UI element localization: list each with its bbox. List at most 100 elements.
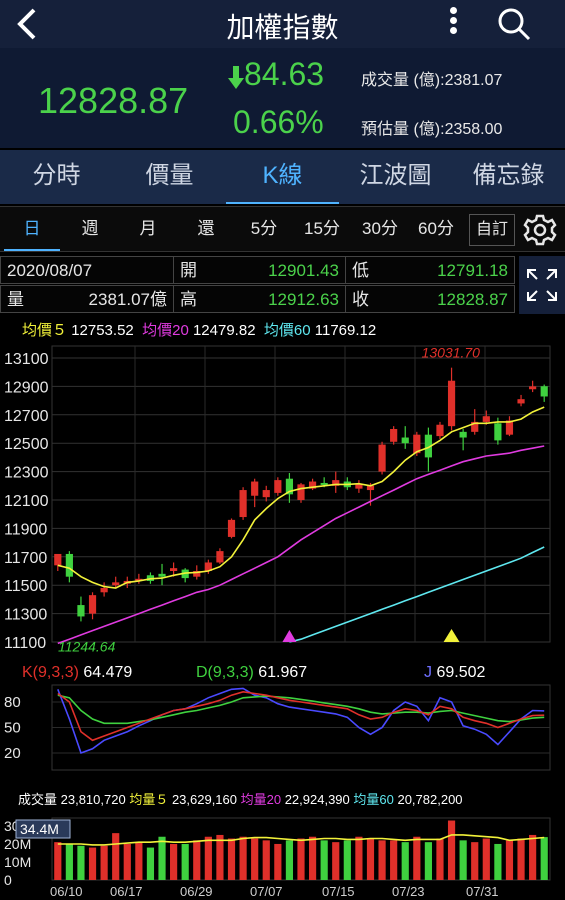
volume-legend: 成交量 23,810,720 均量５ 23,629,160 均量20 22,92… (18, 792, 463, 807)
x-axis-date-label: 07/07 (250, 884, 283, 899)
volume-bar (262, 840, 270, 880)
period-month[interactable]: 月 (120, 207, 176, 251)
volume-bar (436, 838, 444, 880)
period-day[interactable]: 日 (4, 207, 60, 251)
price-tick-label: 11500 (4, 578, 47, 595)
price-tick-label: 12500 (4, 436, 49, 453)
candle-body (227, 519, 236, 537)
volume-bar (355, 836, 363, 880)
volume-bar (181, 843, 189, 880)
period-restore[interactable]: 還 (178, 207, 234, 251)
volume-bar (158, 836, 166, 880)
down-arrow-icon (228, 66, 244, 95)
kline-chart[interactable]: 13100 12900 12700 12500 12300 12100 11900 11700… (0, 340, 565, 900)
candle-body (100, 588, 108, 593)
close-cell: 收 12828.87 (345, 285, 515, 313)
volume-bar (413, 836, 421, 880)
tab-intraday[interactable]: 分時 (0, 150, 113, 204)
volume-bar (378, 840, 386, 880)
volume-bar (77, 845, 85, 880)
volume-bar (297, 838, 305, 880)
open-cell: 開 12901.43 (173, 256, 346, 284)
candle-body (459, 431, 467, 438)
tab-memo[interactable]: 備忘錄 (452, 150, 565, 204)
kd-tick-label: 80 (4, 694, 21, 711)
index-price: 12828.87 (38, 80, 189, 121)
page-title: 加權指數 (226, 12, 339, 43)
volume-bar (424, 842, 432, 880)
tab-wave-chart[interactable]: 江波圖 (339, 150, 452, 204)
candle-body (216, 551, 224, 563)
period-15min[interactable]: 15分 (294, 207, 350, 251)
candle-body (297, 484, 305, 500)
price-tick-label: 12300 (4, 465, 49, 482)
candle-body (540, 386, 548, 397)
volume-row: 成交量 (億):2381.07 (361, 72, 503, 89)
candle-body (378, 444, 386, 472)
high-price-label: 13031.70 (422, 345, 481, 361)
candle-body (436, 424, 444, 437)
volume-bar (505, 840, 514, 880)
price-tick-label: 12700 (4, 408, 49, 425)
volume-bar (332, 842, 340, 880)
volume-tick-label: 10M (4, 854, 31, 870)
gear-icon[interactable] (520, 211, 560, 249)
ma-legend: 均價５ 12753.52 均價20 12479.82 均價60 11769.12 (22, 322, 377, 339)
tab-kline[interactable]: K線 (226, 150, 339, 204)
candle-body (54, 553, 62, 566)
ma60-line (289, 546, 545, 643)
price-tick-label: 13100 (4, 351, 49, 368)
x-axis-date-label: 07/23 (392, 884, 425, 899)
candle-body (77, 605, 85, 617)
ma20-marker-triangle-icon (282, 630, 297, 642)
kd-tick-label: 20 (4, 745, 21, 762)
kd-j-line (57, 687, 545, 755)
price-change: 84.63 (244, 56, 325, 92)
candle-body (529, 386, 537, 390)
search-icon[interactable] (496, 6, 532, 42)
candle-body (262, 490, 270, 498)
period-60min[interactable]: 60分 (408, 207, 464, 251)
high-cell: 高 12912.63 (173, 285, 346, 313)
price-tick-label: 11900 (4, 521, 47, 538)
volume-bar (170, 843, 178, 880)
period-bar: 日 週 月 還 5分 15分 30分 60分 自訂 (0, 206, 565, 252)
volume-bar (204, 836, 212, 880)
expand-icon[interactable] (519, 256, 565, 314)
volume-bar (274, 843, 282, 880)
period-week[interactable]: 週 (62, 207, 118, 251)
period-30min[interactable]: 30分 (352, 207, 408, 251)
custom-button[interactable]: 自訂 (469, 214, 515, 246)
candle-body (112, 582, 120, 586)
candle-body (517, 399, 525, 404)
ma5-marker-triangle-icon (443, 629, 460, 642)
volume-bar (540, 837, 548, 880)
volume-bar (65, 843, 73, 880)
x-axis-date-label: 06/29 (180, 884, 213, 899)
volume-bar (494, 843, 502, 880)
volume-bar (320, 840, 328, 880)
tab-price-volume[interactable]: 價量 (113, 150, 226, 204)
kd-tick-label: 50 (4, 720, 21, 737)
low-price-label: 11244.64 (58, 638, 116, 654)
volume-bar (193, 840, 201, 880)
volume-bar (88, 847, 97, 880)
volume-bar (54, 842, 62, 880)
price-change-percent: 0.66% (233, 104, 324, 140)
kd-d-label: D(9,3,3) 61.967 (196, 664, 307, 681)
candle-body (158, 573, 166, 577)
period-5min[interactable]: 5分 (236, 207, 292, 251)
candle-body (494, 423, 502, 441)
candle-body (251, 481, 259, 496)
candle-body (320, 482, 328, 485)
volume-bar (471, 842, 479, 880)
candle-body (88, 595, 97, 614)
x-axis-date-label: 07/31 (466, 884, 499, 899)
more-options-icon[interactable] (443, 4, 463, 42)
volume-bar (123, 843, 131, 880)
candle-body (401, 437, 409, 444)
price-tick-label: 11700 (4, 550, 47, 567)
volume-bar (227, 838, 236, 880)
volume-bar (251, 838, 259, 880)
estimated-volume-row: 預估量 (億):2358.00 (361, 121, 503, 138)
